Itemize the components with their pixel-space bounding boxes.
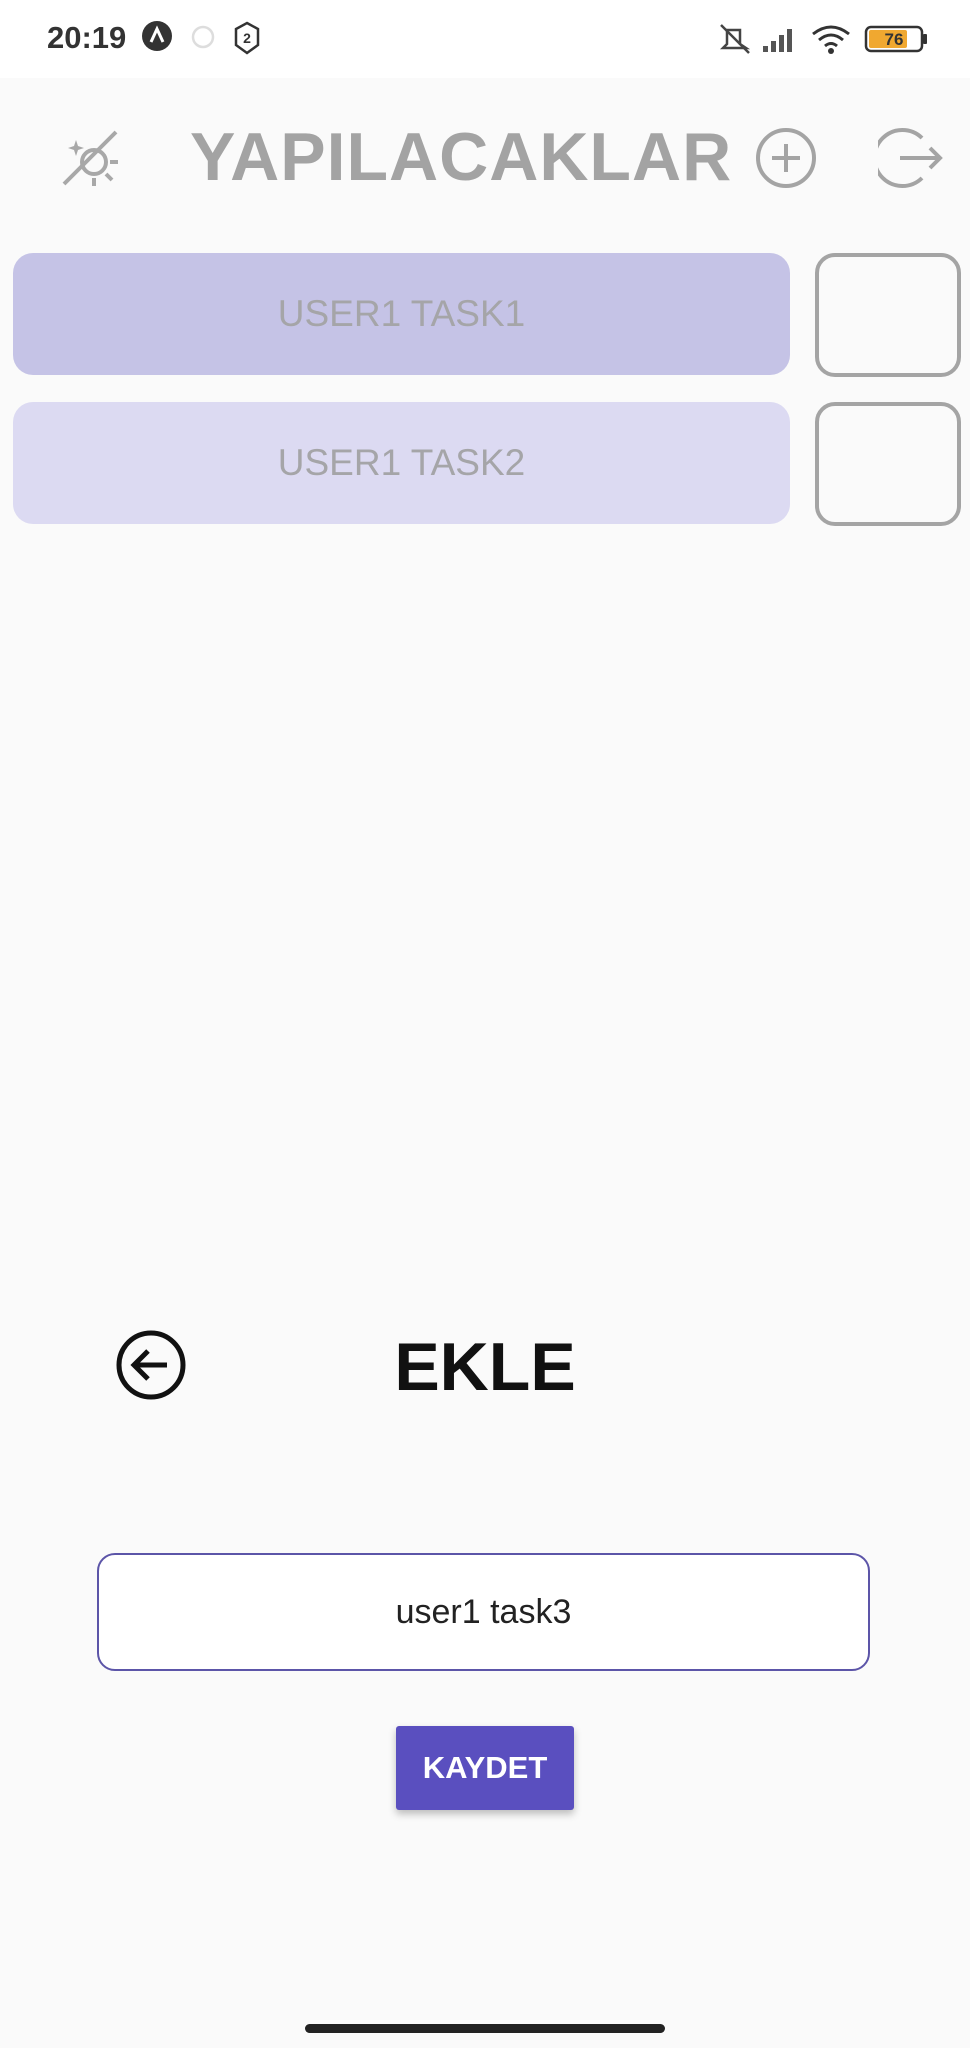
task-label: USER1 TASK2 bbox=[277, 442, 526, 483]
task-input-field[interactable] bbox=[97, 1553, 870, 1671]
page-title: YAPILACAKLAR bbox=[190, 119, 733, 195]
save-button[interactable]: KAYDET bbox=[396, 1726, 574, 1810]
battery-level-text: 76 bbox=[885, 30, 904, 49]
task-checkbox[interactable] bbox=[815, 253, 961, 377]
battery-icon: 76 bbox=[864, 24, 930, 59]
status-time: 20:19 bbox=[47, 20, 127, 55]
svg-text:2: 2 bbox=[243, 30, 251, 46]
add-circle-icon[interactable] bbox=[754, 126, 818, 195]
a-badge-icon bbox=[141, 20, 173, 57]
mute-icon bbox=[718, 22, 752, 61]
task-item[interactable]: USER1 TASK1 bbox=[13, 253, 790, 375]
task-input[interactable] bbox=[99, 1591, 868, 1633]
wifi-icon bbox=[810, 22, 852, 61]
task-label: USER1 TASK1 bbox=[277, 293, 526, 334]
logout-icon[interactable] bbox=[872, 126, 944, 195]
signal-icon bbox=[761, 24, 799, 59]
add-panel-title: EKLE bbox=[394, 1329, 576, 1405]
status-bar: 20:19 2 76 bbox=[0, 0, 970, 78]
theme-toggle-icon[interactable] bbox=[58, 126, 122, 195]
loading-circle-icon bbox=[190, 24, 216, 55]
task-checkbox[interactable] bbox=[815, 402, 961, 526]
back-arrow-circle-icon[interactable] bbox=[115, 1329, 187, 1406]
task-item[interactable]: USER1 TASK2 bbox=[13, 402, 790, 524]
shield-2-icon: 2 bbox=[233, 21, 261, 60]
home-indicator[interactable] bbox=[305, 2024, 665, 2033]
